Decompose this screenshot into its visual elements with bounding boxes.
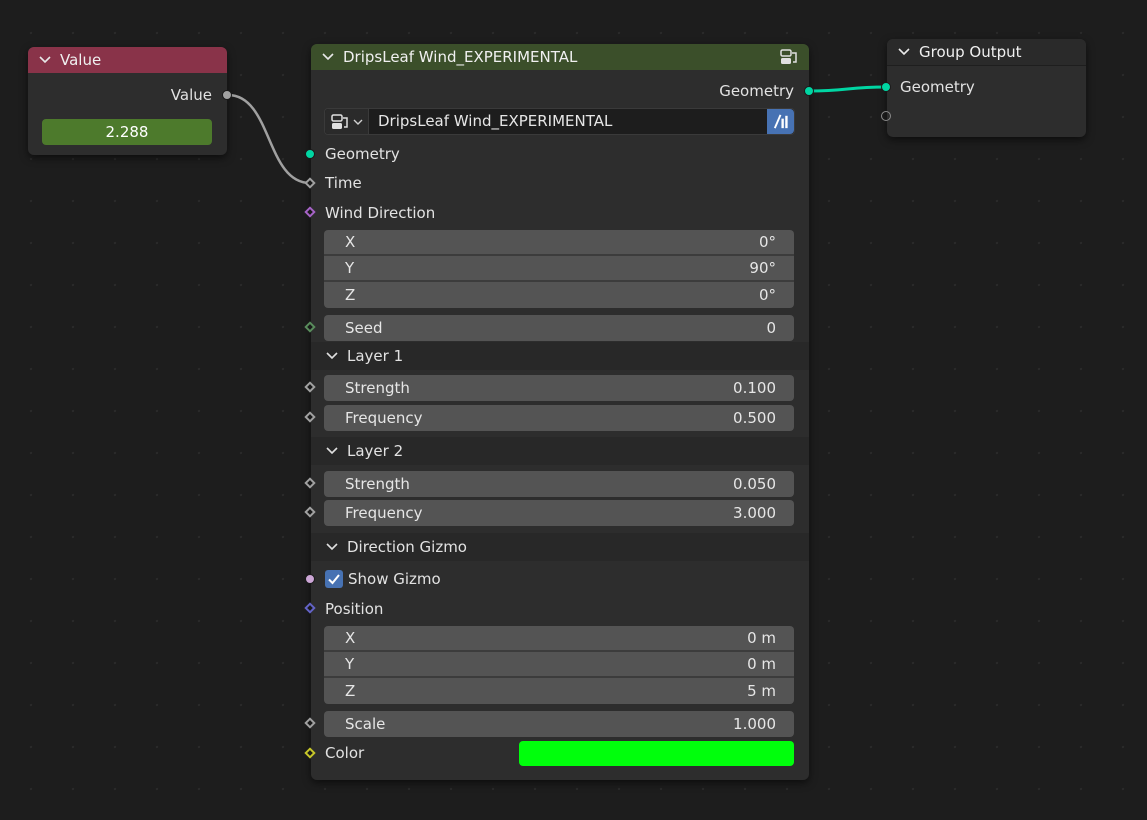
wind-z-label: Z <box>345 286 356 304</box>
layer2-strength-value: 0.050 <box>733 475 776 493</box>
show-gizmo-checkbox[interactable] <box>325 570 343 588</box>
layer1-frequency-value: 0.500 <box>733 409 776 427</box>
group-output-header[interactable]: Group Output <box>887 39 1086 66</box>
chevron-down-icon <box>326 447 338 455</box>
wind-y-field[interactable]: Y 90° <box>324 256 794 282</box>
wind-direction-fields: X 0° Y 90° Z 0° <box>324 230 794 308</box>
group-output-title: Group Output <box>919 43 1022 61</box>
group-geometry-output-label: Geometry <box>719 82 794 100</box>
position-y-label: Y <box>345 655 355 673</box>
seed-label: Seed <box>345 319 383 337</box>
color-swatch[interactable] <box>519 741 794 766</box>
output-geometry-socket[interactable] <box>881 82 891 92</box>
value-output-socket[interactable] <box>222 90 232 100</box>
layer1-strength-label: Strength <box>345 379 410 397</box>
time-input-label: Time <box>325 174 362 192</box>
value-field-text: 2.288 <box>105 123 149 141</box>
panel-layer-2-title: Layer 2 <box>347 442 404 460</box>
value-output-label: Value <box>170 86 212 104</box>
value-node[interactable]: Value Value 2.288 <box>28 47 232 155</box>
seed-field[interactable]: Seed 0 <box>324 315 794 341</box>
fake-user-icon <box>773 114 788 129</box>
node-tree-icon <box>331 114 348 129</box>
geometry-input-socket[interactable] <box>305 149 315 159</box>
value-node-header[interactable]: Value <box>28 47 227 73</box>
chevron-down-icon <box>353 119 363 125</box>
wind-x-label: X <box>345 233 356 251</box>
group-node[interactable]: DripsLeaf Wind_EXPERIMENTAL Geometry Dri… <box>304 44 814 780</box>
scale-label: Scale <box>345 715 386 733</box>
layer1-strength-value: 0.100 <box>733 379 776 397</box>
show-gizmo-label[interactable]: Show Gizmo <box>348 570 441 588</box>
group-output-node[interactable]: Group Output Geometry <box>881 39 1086 137</box>
layer2-frequency-value: 3.000 <box>733 504 776 522</box>
position-x-value: 0 m <box>747 629 776 647</box>
wind-y-value: 90° <box>749 259 776 277</box>
chevron-down-icon <box>326 352 338 360</box>
layer1-strength-field[interactable]: Strength 0.100 <box>324 375 794 401</box>
wind-x-field[interactable]: X 0° <box>324 230 794 256</box>
position-y-value: 0 m <box>747 655 776 673</box>
chevron-down-icon[interactable] <box>321 50 335 64</box>
show-gizmo-socket[interactable] <box>305 574 315 584</box>
wind-direction-label: Wind Direction <box>325 204 436 222</box>
scale-field[interactable]: Scale 1.000 <box>324 711 794 737</box>
panel-layer-2-header[interactable]: Layer 2 <box>311 437 809 465</box>
chevron-down-icon[interactable] <box>897 45 911 59</box>
checkmark-icon <box>328 574 340 585</box>
position-z-value: 5 m <box>747 682 776 700</box>
link-geometry-to-output[interactable] <box>808 85 887 93</box>
position-x-field[interactable]: X 0 m <box>324 626 794 652</box>
position-x-label: X <box>345 629 356 647</box>
layer1-frequency-field[interactable]: Frequency 0.500 <box>324 405 794 431</box>
position-z-label: Z <box>345 682 356 700</box>
link-value-to-time[interactable] <box>227 93 311 185</box>
value-field[interactable]: 2.288 <box>42 119 212 145</box>
chevron-down-icon[interactable] <box>38 53 52 67</box>
group-geometry-output-socket[interactable] <box>804 86 814 96</box>
position-z-field[interactable]: Z 5 m <box>324 678 794 704</box>
node-group-name[interactable]: DripsLeaf Wind_EXPERIMENTAL <box>378 112 612 130</box>
group-node-title: DripsLeaf Wind_EXPERIMENTAL <box>343 48 578 66</box>
color-label: Color <box>325 744 365 762</box>
seed-value: 0 <box>766 319 776 337</box>
wind-z-value: 0° <box>758 286 776 304</box>
position-y-field[interactable]: Y 0 m <box>324 652 794 678</box>
scale-value: 1.000 <box>733 715 776 733</box>
geometry-input-label: Geometry <box>325 145 400 163</box>
panel-layer-1-header[interactable]: Layer 1 <box>311 342 809 370</box>
fake-user-button[interactable] <box>767 109 794 134</box>
wind-x-value: 0° <box>758 233 776 251</box>
wind-z-field[interactable]: Z 0° <box>324 282 794 308</box>
panel-layer-1-title: Layer 1 <box>347 347 404 365</box>
layer2-frequency-label: Frequency <box>345 504 423 522</box>
panel-direction-gizmo-title: Direction Gizmo <box>347 538 467 556</box>
node-group-browse-button[interactable] <box>325 109 369 134</box>
position-label: Position <box>325 600 384 618</box>
layer2-strength-field[interactable]: Strength 0.050 <box>324 471 794 497</box>
value-node-title: Value <box>60 51 102 69</box>
chevron-down-icon <box>326 543 338 551</box>
group-node-header[interactable]: DripsLeaf Wind_EXPERIMENTAL <box>311 44 809 70</box>
layer2-strength-label: Strength <box>345 475 410 493</box>
node-group-selector[interactable]: DripsLeaf Wind_EXPERIMENTAL <box>324 108 795 135</box>
output-geometry-label: Geometry <box>900 78 975 96</box>
panel-direction-gizmo-header[interactable]: Direction Gizmo <box>311 533 809 561</box>
layer2-frequency-field[interactable]: Frequency 3.000 <box>324 500 794 526</box>
output-empty-socket[interactable] <box>881 111 891 121</box>
position-fields: X 0 m Y 0 m Z 5 m <box>324 626 794 704</box>
node-tree-icon <box>780 49 797 64</box>
wind-y-label: Y <box>345 259 355 277</box>
layer1-frequency-label: Frequency <box>345 409 423 427</box>
